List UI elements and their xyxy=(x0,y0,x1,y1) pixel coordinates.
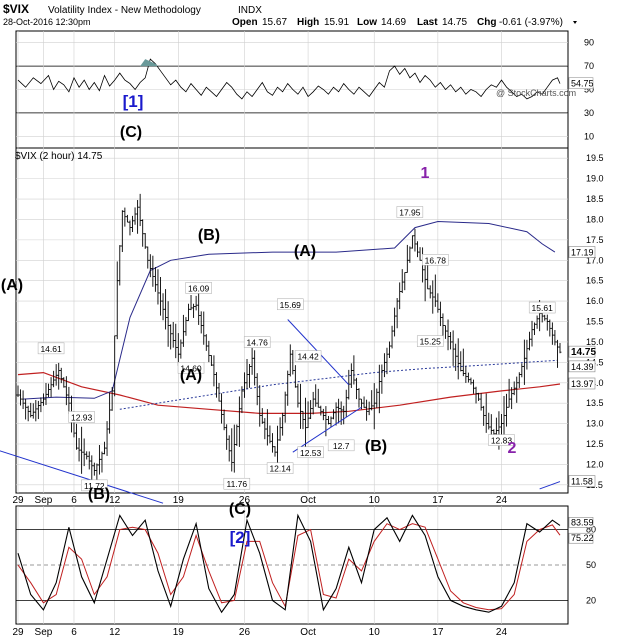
chg-label: Chg xyxy=(477,17,496,28)
price-point-label: 15.69 xyxy=(280,300,302,310)
stoch-x-tick-label: 6 xyxy=(71,627,77,638)
price-x-tick-label: 24 xyxy=(496,495,508,506)
wave-label: (A) xyxy=(180,367,202,384)
datetime: 28-Oct-2016 12:30pm xyxy=(3,17,91,27)
price-right-value: 13.97 xyxy=(571,379,594,389)
high-value: 15.91 xyxy=(324,17,349,28)
wave-label: 2 xyxy=(508,440,517,457)
price-x-tick-label: 29 xyxy=(12,495,24,506)
stoch-x-tick-label: 24 xyxy=(496,627,508,638)
price-x-tick-label: 6 xyxy=(71,495,77,506)
price-point-label: 14.42 xyxy=(297,352,319,362)
price-tick-label: 13.5 xyxy=(586,398,604,408)
price-panel-title: $VIX (2 hour) 14.75 xyxy=(15,151,103,162)
price-point-label: 16.09 xyxy=(188,283,210,293)
wave-label: (C) xyxy=(229,501,251,518)
low-value: 14.69 xyxy=(381,17,406,28)
price-tick-label: 15.5 xyxy=(586,317,604,327)
price-point-label: 11.76 xyxy=(227,479,248,489)
price-x-tick-label: 12 xyxy=(109,495,121,506)
stoch-x-tick-label: 17 xyxy=(432,627,444,638)
wave-label: (B) xyxy=(88,486,110,503)
price-tick-label: 18.0 xyxy=(586,214,604,224)
price-right-value: 11.58 xyxy=(571,477,593,487)
price-point-label: 14.61 xyxy=(40,344,62,354)
price-x-tick-label: Oct xyxy=(300,495,316,506)
stoch-x-tick-label: 10 xyxy=(369,627,381,638)
price-point-label: 17.95 xyxy=(399,207,421,217)
chart-header: $VIX Volatility Index - New Methodology … xyxy=(3,2,577,28)
wave-label: (A) xyxy=(294,243,316,260)
exchange: INDX xyxy=(238,5,262,16)
high-label: High xyxy=(297,17,319,28)
price-x-tick-label: 10 xyxy=(369,495,381,506)
price-x-tick-label: 19 xyxy=(173,495,185,506)
price-right-value: 17.19 xyxy=(571,248,594,258)
price-tick-label: 15.0 xyxy=(586,337,604,347)
rsi-tick-label: 90 xyxy=(584,38,594,48)
price-tick-label: 13.0 xyxy=(586,419,604,429)
price-point-label: 14.76 xyxy=(247,338,269,348)
rsi-tick-label: 70 xyxy=(584,61,594,71)
stoch-d-value: 75.22 xyxy=(571,533,594,543)
price-tick-label: 16.5 xyxy=(586,276,604,286)
caret-down-icon[interactable] xyxy=(573,21,577,24)
price-tick-label: 19.5 xyxy=(586,153,604,163)
price-tick-label: 12.5 xyxy=(586,439,604,449)
price-x-tick-label: 17 xyxy=(432,495,444,506)
stoch-x-tick-label: 29 xyxy=(12,627,24,638)
stoch-x-tick-label: 19 xyxy=(173,627,185,638)
price-right-value: 14.75 xyxy=(571,347,596,358)
price-tick-label: 18.5 xyxy=(586,194,604,204)
stoch-x-tick-label: 26 xyxy=(239,627,251,638)
wave-label: (C) xyxy=(120,124,142,141)
stoch-tick-label: 20 xyxy=(586,595,596,605)
price-point-label: 12.93 xyxy=(71,412,93,422)
price-point-label: 15.61 xyxy=(532,303,554,313)
wave-label: 1 xyxy=(421,165,430,182)
price-tick-label: 12.0 xyxy=(586,459,604,469)
price-panel xyxy=(15,147,569,494)
price-point-label: 12.14 xyxy=(269,464,291,474)
price-point-label: 12.7 xyxy=(333,441,350,451)
watermark: @ StockCharts.com xyxy=(496,88,576,98)
stoch-x-tick-label: 12 xyxy=(109,627,121,638)
wave-label: (B) xyxy=(365,438,387,455)
chg-value: -0.61 (-3.97%) xyxy=(499,17,563,28)
wave-label: (B) xyxy=(198,227,220,244)
open-label: Open xyxy=(232,17,258,28)
vix-chart: $VIX Volatility Index - New Methodology … xyxy=(0,2,604,638)
wave-label: [2] xyxy=(230,528,251,547)
last-label: Last xyxy=(417,17,438,28)
last-value: 14.75 xyxy=(442,17,467,28)
price-point-label: 16.78 xyxy=(425,255,447,265)
wave-label: (A) xyxy=(1,277,23,294)
symbol: $VIX xyxy=(3,2,29,16)
stoch-x-tick-label: Oct xyxy=(300,627,316,638)
wave-label: [1] xyxy=(123,92,144,111)
rsi-tick-label: 10 xyxy=(584,131,594,141)
price-point-label: 12.53 xyxy=(300,448,322,458)
price-tick-label: 16.0 xyxy=(586,296,604,306)
rsi-tick-label: 30 xyxy=(584,108,594,118)
open-value: 15.67 xyxy=(262,17,287,28)
stoch-k-value: 83.59 xyxy=(571,517,594,527)
price-x-tick-label: Sep xyxy=(35,495,53,506)
price-right-value: 14.39 xyxy=(571,362,594,372)
low-label: Low xyxy=(357,17,377,28)
price-point-label: 15.25 xyxy=(420,337,442,347)
price-tick-label: 17.5 xyxy=(586,235,604,245)
price-tick-label: 19.0 xyxy=(586,174,604,184)
stoch-x-tick-label: Sep xyxy=(35,627,53,638)
instrument-name: Volatility Index - New Methodology xyxy=(48,5,201,16)
stoch-tick-label: 50 xyxy=(586,560,596,570)
